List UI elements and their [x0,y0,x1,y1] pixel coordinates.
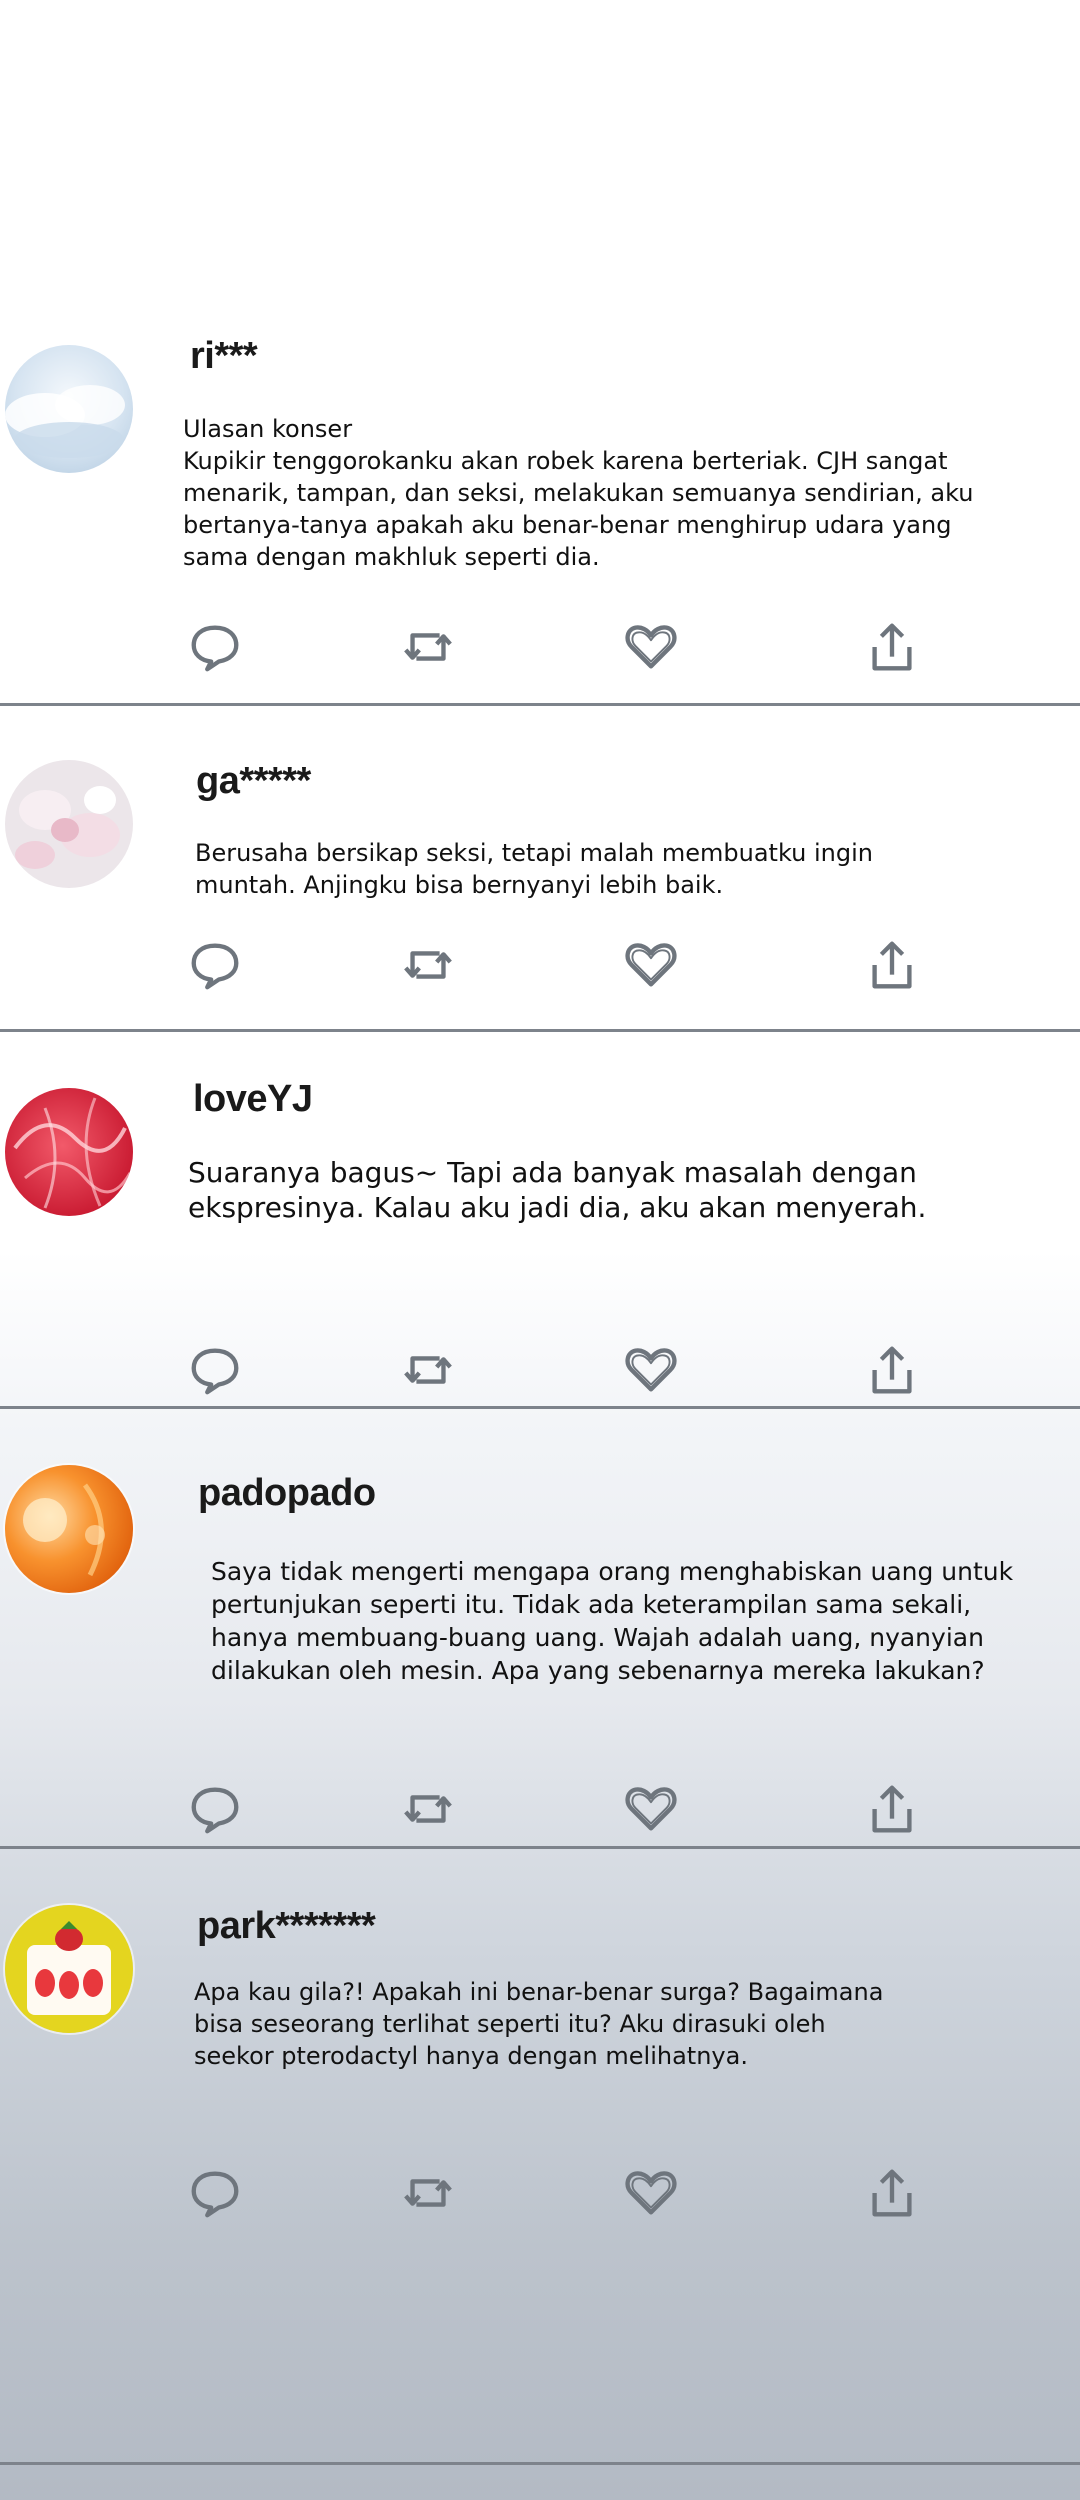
share-upload-icon [863,936,921,998]
post-text-line: Ulasan konser [183,415,353,443]
post-text-line: seekor pterodactyl hanya dengan melihatn… [194,2042,748,2070]
repost-button[interactable] [396,2163,460,2227]
speech-bubble-icon [186,936,244,998]
like-button[interactable] [619,1779,683,1843]
username[interactable]: ga***** [196,760,311,803]
username[interactable]: ri*** [190,335,258,378]
post-text-line: Apa kau gila?! Apakah ini benar-benar su… [194,1978,884,2006]
share-button[interactable] [860,617,924,681]
repost-arrows-icon [399,1780,457,1842]
divider [0,2462,1080,2465]
repost-button[interactable] [396,935,460,999]
reply-button[interactable] [183,1340,247,1404]
repost-button[interactable] [396,1340,460,1404]
repost-button[interactable] [396,1779,460,1843]
username[interactable]: padopado [198,1472,376,1515]
share-button[interactable] [860,935,924,999]
username[interactable]: loveYJ [193,1078,313,1121]
repost-arrows-icon [399,1341,457,1403]
share-upload-icon [863,1341,921,1403]
heart-icon [622,1780,680,1842]
share-upload-icon [863,2164,921,2226]
post-text: Suaranya bagus~ Tapi ada banyak masalah … [188,1155,1048,1225]
like-button[interactable] [619,2163,683,2227]
post-text-line: sama dengan makhluk seperti dia. [183,543,600,571]
reply-button[interactable] [183,1779,247,1843]
action-bar [0,1340,1080,1404]
post-text-line: Berusaha bersikap seksi, tetapi malah me… [195,839,873,867]
post-text-line: Saya tidak mengerti mengapa orang mengha… [211,1557,1014,1586]
share-button[interactable] [860,1340,924,1404]
repost-arrows-icon [399,2164,457,2226]
post-text-line: bertanya-tanya apakah aku benar-benar me… [183,511,952,539]
post-text-line: Suaranya bagus~ Tapi ada banyak masalah … [188,1156,917,1189]
action-bar [0,1779,1080,1843]
post-text: Saya tidak mengerti mengapa orang mengha… [211,1555,1071,1687]
like-button[interactable] [619,617,683,681]
share-button[interactable] [860,1779,924,1843]
avatar[interactable] [5,760,133,888]
action-bar [0,617,1080,681]
post-text-line: hanya membuang-buang uang. Wajah adalah … [211,1623,984,1652]
post-text: Apa kau gila?! Apakah ini benar-benar su… [194,1976,1054,2072]
reply-button[interactable] [183,2163,247,2227]
repost-button[interactable] [396,617,460,681]
heart-icon [622,936,680,998]
post-text-line: pertunjukan seperti itu. Tidak ada keter… [211,1590,972,1619]
post-text-line: ekspresinya. Kalau aku jadi dia, aku aka… [188,1191,927,1224]
heart-icon [622,618,680,680]
post-4: padopado Saya tidak mengerti mengapa ora… [0,1409,1080,1847]
speech-bubble-icon [186,1780,244,1842]
post-text-line: Kupikir tenggorokanku akan robek karena … [183,447,948,475]
post-text: Berusaha bersikap seksi, tetapi malah me… [195,837,1055,901]
heart-icon [622,1341,680,1403]
post-text-line: bisa seseorang terlihat seperti itu? Aku… [194,2010,826,2038]
speech-bubble-icon [186,618,244,680]
action-bar [0,2163,1080,2227]
like-button[interactable] [619,1340,683,1404]
speech-bubble-icon [186,2164,244,2226]
post-text-line: menarik, tampan, dan seksi, melakukan se… [183,479,974,507]
post-text-line: muntah. Anjingku bisa bernyanyi lebih ba… [195,871,724,899]
avatar[interactable] [5,1905,133,2033]
share-upload-icon [863,1780,921,1842]
share-button[interactable] [860,2163,924,2227]
heart-icon [622,2164,680,2226]
reply-button[interactable] [183,935,247,999]
avatar[interactable] [5,1465,133,1593]
post-3: loveYJ Suaranya bagus~ Tapi ada banyak m… [0,1032,1080,1407]
avatar[interactable] [5,345,133,473]
post-1: ri*** Ulasan konser Kupikir tenggorokank… [0,0,1080,705]
reply-button[interactable] [183,617,247,681]
post-text: Ulasan konser Kupikir tenggorokanku akan… [183,413,1043,573]
share-upload-icon [863,618,921,680]
post-2: ga***** Berusaha bersikap seksi, tetapi … [0,706,1080,1030]
avatar[interactable] [5,1088,133,1216]
speech-bubble-icon [186,1341,244,1403]
repost-arrows-icon [399,618,457,680]
username[interactable]: park******* [197,1905,376,1948]
like-button[interactable] [619,935,683,999]
post-text-line: dilakukan oleh mesin. Apa yang sebenarny… [211,1656,985,1685]
repost-arrows-icon [399,936,457,998]
action-bar [0,935,1080,999]
post-5: park******* Apa kau gila?! Apakah ini be… [0,1849,1080,2499]
